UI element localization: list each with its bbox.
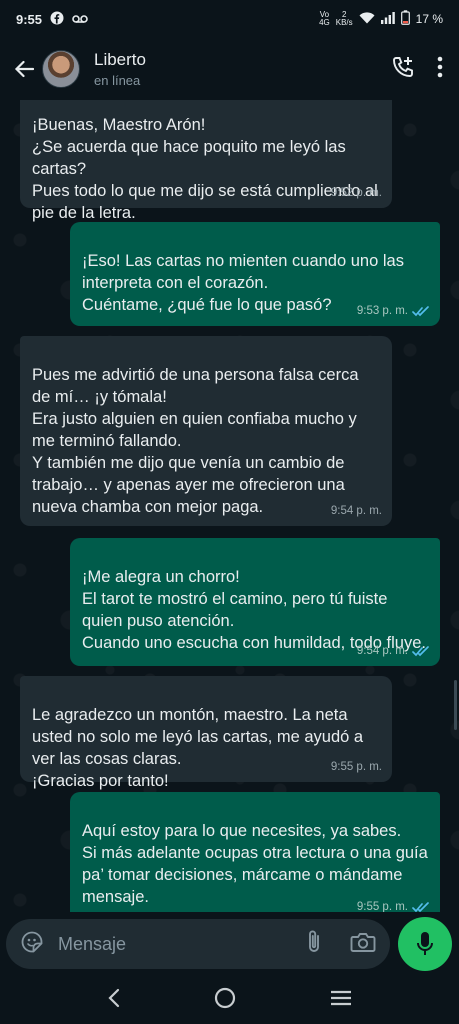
battery-percent: 17 %: [415, 12, 443, 26]
message-text: Le agradezco un montón, maestro. La neta…: [32, 706, 364, 790]
voice-message-button[interactable]: [398, 917, 452, 971]
message-bubble-outgoing[interactable]: ¡Eso! Las cartas no mienten cuando uno l…: [70, 222, 440, 326]
camera-icon: [350, 932, 376, 952]
arrow-left-icon: [14, 60, 34, 78]
message-bubble-outgoing[interactable]: Aquí estoy para lo que necesites, ya sab…: [70, 792, 440, 912]
sticker-button[interactable]: [20, 930, 44, 959]
nav-back-button[interactable]: [107, 988, 121, 1013]
status-bar: 9:55 Vo 4G 2 KB/s 17 %: [0, 0, 459, 38]
home-circle-icon: [215, 987, 236, 1008]
message-input[interactable]: Mensaje: [58, 934, 306, 955]
attach-button[interactable]: [306, 929, 322, 960]
message-bubble-incoming[interactable]: Le agradezco un montón, maestro. La neta…: [20, 676, 392, 790]
message-time: 9:54 p. m.: [330, 505, 382, 517]
message-time: 9:55 p. m.: [356, 901, 408, 912]
nav-recents-button[interactable]: [330, 989, 352, 1012]
message-bubble-incoming[interactable]: Pues me advirtió de una persona falsa ce…: [20, 336, 392, 526]
phone-plus-icon: [393, 56, 413, 77]
signal-icon: [380, 11, 395, 27]
status-time: 9:55: [16, 11, 43, 27]
double-check-read-icon: [412, 645, 429, 656]
chevron-left-icon: [108, 988, 119, 1007]
message-bubble-incoming[interactable]: ¡Buenas, Maestro Arón! ¿Se acuerda que h…: [20, 100, 392, 222]
scrollbar[interactable]: [454, 680, 457, 730]
system-navigation-bar: [0, 976, 459, 1024]
message-time: 9:54 p. m.: [356, 645, 408, 657]
wifi-icon: [359, 11, 375, 27]
voicemail-icon: [72, 12, 88, 27]
sticker-icon: [21, 931, 43, 952]
message-input-box[interactable]: Mensaje: [6, 919, 390, 969]
data-speed: 2 KB/s: [335, 10, 353, 27]
add-call-button[interactable]: [391, 55, 415, 84]
composer-bar: Mensaje: [0, 914, 459, 974]
more-options-button[interactable]: [437, 56, 443, 83]
back-button[interactable]: [10, 55, 38, 83]
double-check-read-icon: [412, 305, 429, 316]
message-text: ¡Eso! Las cartas no mienten cuando uno l…: [82, 252, 404, 314]
kebab-menu-icon: [437, 56, 443, 77]
chat-header: Liberto en línea: [0, 38, 459, 100]
message-text: ¡Buenas, Maestro Arón! ¿Se acuerda que h…: [32, 116, 378, 222]
microphone-icon: [417, 932, 433, 955]
message-time: 9:52 p. m.: [330, 187, 382, 199]
paperclip-icon: [309, 930, 319, 952]
battery-low-icon: [400, 10, 410, 28]
recents-lines-icon: [331, 990, 352, 1005]
message-bubble-outgoing[interactable]: ¡Me alegra un chorro! El tarot te mostró…: [70, 538, 440, 666]
nav-home-button[interactable]: [214, 987, 236, 1014]
facebook-icon: [50, 11, 64, 28]
message-text: Pues me advirtió de una persona falsa ce…: [32, 366, 359, 516]
contact-info[interactable]: Liberto en línea: [94, 50, 146, 88]
message-time: 9:55 p. m.: [330, 761, 382, 773]
contact-avatar[interactable]: [42, 50, 80, 88]
contact-name: Liberto: [94, 50, 146, 69]
message-text: Aquí estoy para lo que necesites, ya sab…: [82, 822, 428, 906]
chat-message-list[interactable]: ¡Buenas, Maestro Arón! ¿Se acuerda que h…: [0, 100, 459, 912]
contact-status: en línea: [94, 73, 141, 88]
double-check-read-icon: [412, 901, 429, 912]
camera-button[interactable]: [350, 931, 376, 958]
volte-indicator: Vo 4G: [319, 10, 330, 27]
message-time: 9:53 p. m.: [356, 305, 408, 317]
whatsapp-chat-screen: 9:55 Vo 4G 2 KB/s 17 % Liberto en línea …: [0, 0, 459, 1024]
